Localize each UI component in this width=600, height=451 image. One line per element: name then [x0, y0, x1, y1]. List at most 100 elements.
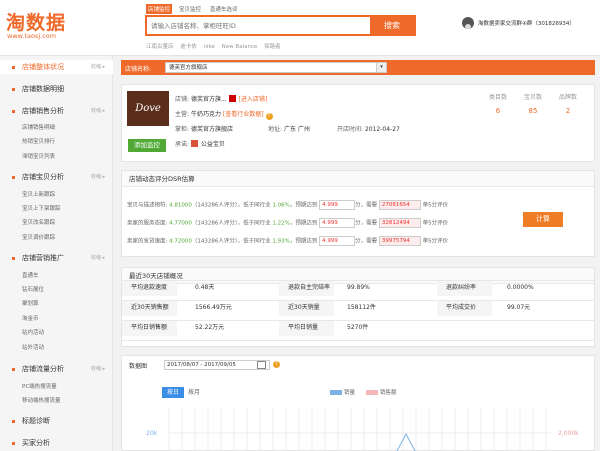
sidebar-section-4[interactable]: 店铺营销推广 收缩 ▸: [0, 251, 113, 265]
sidebar-section-5[interactable]: 店铺流量分析 收缩 ▸: [0, 362, 113, 376]
sidebar-item[interactable]: 店铺销售明细: [22, 123, 55, 131]
overview-value: 0.48天: [195, 284, 215, 291]
dsr-row: 卖家的服务态度: 4.77000（143286人评分），低于同行业 1.22%，…: [127, 218, 448, 229]
hot-keywords: 江南古董店 迪卡侬 nike New Balance 探路者: [146, 42, 286, 50]
dsr-target-input[interactable]: 4.999: [319, 200, 356, 210]
tab-by-month[interactable]: 按月: [188, 387, 200, 398]
dsr-target-label: ，预期达到: [289, 238, 320, 245]
tab-by-day[interactable]: 按日: [162, 387, 184, 398]
bullet-icon: [12, 420, 15, 423]
sidebar-section-0[interactable]: 店铺整体状况 收缩 ▸: [0, 60, 113, 74]
sidebar-item[interactable]: 站外活动: [22, 343, 44, 351]
shop-select[interactable]: 德芙官方旗舰店 ▾: [165, 62, 387, 73]
dsr-label: 卖家的发货速度:: [127, 238, 170, 245]
sidebar-section-1[interactable]: 店铺数据明细: [0, 82, 113, 96]
collapse-toggle[interactable]: 收缩 ▸: [91, 170, 105, 184]
shop-area-value: 广东 广州: [283, 126, 310, 133]
hot-keyword[interactable]: nike: [204, 44, 215, 50]
sidebar-item[interactable]: 宝贝上新跟踪: [22, 190, 55, 198]
collapse-toggle[interactable]: 收缩 ▸: [91, 104, 105, 118]
dsr-target-input[interactable]: 4.999: [319, 218, 356, 228]
dsr-score: 4.72000: [169, 238, 192, 245]
overview-key: 退款自主完结率: [279, 280, 334, 296]
industry-data-link[interactable]: [查看行业数据]: [223, 111, 264, 118]
dsr-pct: 1.93%: [272, 238, 290, 245]
qq-group[interactable]: 淘数据卖家交流群④群（301826934）: [462, 16, 594, 30]
enter-shop-link[interactable]: [进入店铺]: [239, 96, 268, 103]
stat-label: 宝贝数: [523, 94, 542, 101]
tab-shop-monitor[interactable]: 店铺监控: [146, 4, 173, 14]
sidebar-item[interactable]: 热销宝贝排行: [22, 137, 55, 145]
shop-select-bar: 店铺名称: 德芙官方旗舰店 ▾: [121, 60, 595, 75]
hot-keyword[interactable]: New Balance: [222, 44, 258, 50]
dsr-need-label: 分，需要: [355, 202, 379, 209]
hot-keyword[interactable]: 江南古董店: [146, 44, 174, 50]
collapse-toggle[interactable]: 收缩 ▸: [91, 362, 105, 376]
shop-name-row: 店铺: 德芙官方旗... [进入店铺]: [175, 94, 267, 103]
dsr-count: （143286人评分）: [191, 238, 238, 245]
chart-svg: 20k 2,000k: [146, 408, 579, 451]
hot-keyword[interactable]: 探路者: [264, 44, 281, 50]
dsr-target-input[interactable]: 4.999: [319, 236, 356, 246]
y-right-tick: 2,000k: [558, 430, 579, 437]
sidebar-item[interactable]: 站内活动: [22, 328, 44, 336]
bullet-icon: [12, 442, 15, 445]
dsr-label: 宝贝与描述相符:: [127, 202, 170, 209]
tab-keyword[interactable]: 直通车选词: [208, 4, 240, 14]
shop-main-value: 牛奶巧克力: [190, 111, 221, 118]
sidebar-item[interactable]: PC端热搜流量: [22, 382, 57, 390]
date-range-input[interactable]: 2017/08/07 - 2017/09/05: [164, 360, 270, 370]
sidebar-item[interactable]: 直通车: [22, 271, 39, 279]
shop-main-label: 主营:: [175, 111, 190, 118]
dsr-need-value: 27081654: [378, 200, 421, 210]
sidebar-section-label: 店铺整体状况: [22, 63, 64, 71]
sidebar-item[interactable]: 宝贝调价跟踪: [22, 233, 55, 241]
sidebar-section-2[interactable]: 店铺销售分析 收缩 ▸: [0, 104, 113, 118]
overview-value: 52.22万元: [195, 324, 225, 331]
tab-item-monitor[interactable]: 宝贝监控: [177, 4, 203, 14]
sidebar-item[interactable]: 钻石展位: [22, 285, 44, 293]
collapse-toggle[interactable]: 收缩 ▸: [91, 251, 105, 265]
dsr-suffix: 单5分评价: [420, 220, 449, 227]
sidebar-section-label: 店铺流量分析: [22, 365, 64, 373]
sidebar-section-3[interactable]: 店铺宝贝分析 收缩 ▸: [0, 170, 113, 184]
add-monitor-button[interactable]: 添加监控: [128, 139, 166, 152]
calendar-icon[interactable]: [257, 361, 266, 369]
logo-url: www.taosj.com: [7, 32, 57, 40]
legend-sales-amount[interactable]: 销售额: [366, 388, 397, 396]
help-icon[interactable]: ?: [273, 361, 280, 368]
collapse-toggle[interactable]: 收缩 ▸: [91, 60, 105, 74]
dsr-compare: ，低于同行业: [237, 238, 273, 245]
overview-value: 1566.49万元: [195, 304, 232, 311]
shop-cert-label: 承诺:: [175, 141, 190, 148]
dsr-target-label: ，预期达到: [289, 220, 320, 227]
legend-swatch: [366, 390, 378, 395]
search-input[interactable]: [147, 17, 372, 34]
sidebar-item[interactable]: 宝贝上下架跟踪: [22, 204, 61, 212]
stat-categories: 类目数 6: [483, 92, 513, 115]
sidebar-item[interactable]: 宝贝改名跟踪: [22, 218, 55, 226]
sidebar-item[interactable]: 滞销宝贝列表: [22, 152, 55, 160]
overview-key: 平均日销售额: [122, 320, 177, 336]
search-button[interactable]: 搜索: [370, 17, 414, 34]
overview-key: 平均成交价: [437, 300, 492, 316]
help-icon[interactable]: ?: [265, 113, 273, 120]
sidebar-item[interactable]: 移动端热搜流量: [22, 396, 61, 404]
bullet-icon: [12, 176, 15, 179]
hot-keyword[interactable]: 迪卡侬: [180, 44, 197, 50]
overview-key: 平均退款速度: [122, 280, 177, 296]
sidebar-section-label: 店铺数据明细: [22, 85, 64, 93]
dsr-count: （143286人评分）: [191, 220, 238, 227]
sidebar-item[interactable]: 淘金币: [22, 314, 39, 322]
site-logo[interactable]: 淘数据 www.taosj.com: [6, 8, 72, 40]
shop-name-value: 德芙官方旗...: [190, 96, 227, 103]
shop-owner-row: 掌柜: 德芙官方旗舰店: [175, 124, 233, 133]
table-divider: [122, 280, 594, 281]
sidebar-section-6[interactable]: 标题诊断: [0, 414, 113, 428]
qq-group-text: 淘数据卖家交流群④群（301826934）: [478, 21, 575, 27]
stat-label: 品牌数: [558, 94, 577, 101]
legend-sales-volume[interactable]: 销量: [330, 388, 355, 396]
calculate-button[interactable]: 计算: [523, 212, 563, 227]
sidebar-item[interactable]: 聚划算: [22, 299, 39, 307]
sidebar-section-7[interactable]: 买家分析: [0, 436, 113, 450]
